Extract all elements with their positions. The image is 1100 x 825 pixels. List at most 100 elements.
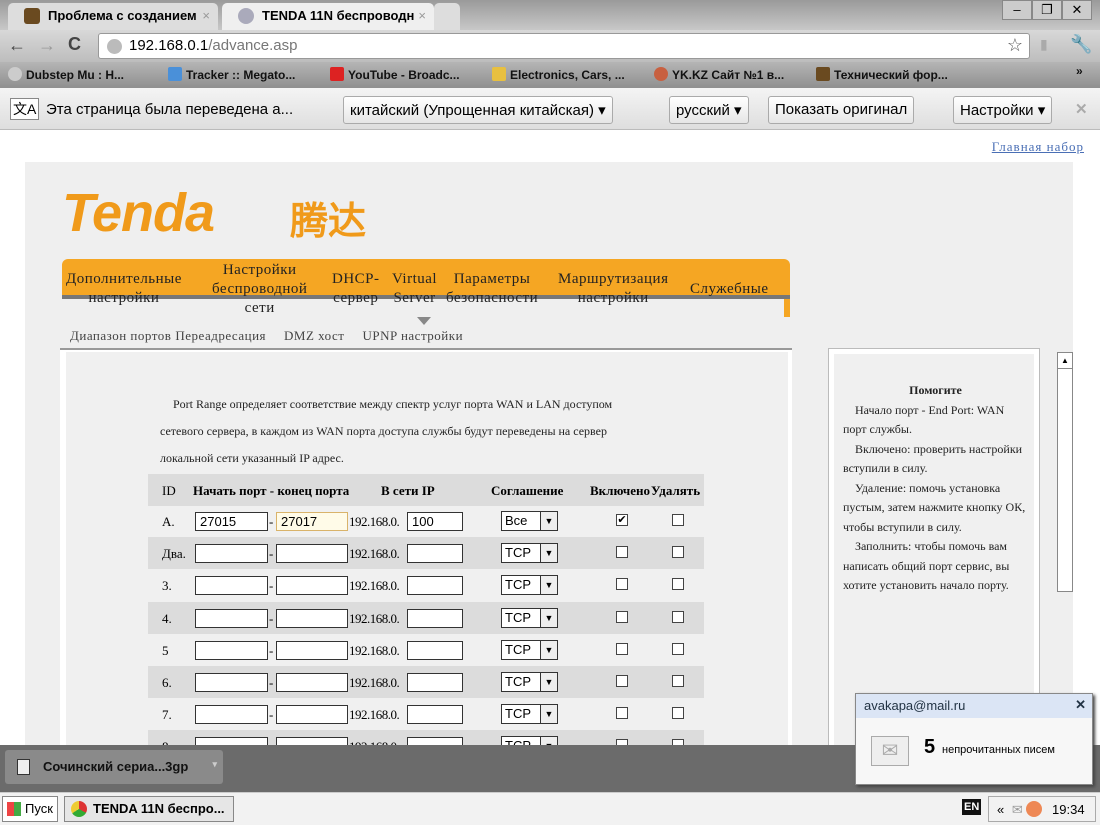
restore-button[interactable]: ❐ — [1032, 0, 1062, 20]
start-button[interactable]: Пуск — [2, 796, 58, 822]
end-port-input[interactable] — [276, 576, 348, 596]
close-tab-icon[interactable]: × — [418, 8, 426, 23]
subnav-dmz[interactable]: DMZ хост — [284, 328, 344, 343]
start-port-input[interactable] — [195, 640, 268, 660]
ip-last-octet-input[interactable] — [407, 544, 463, 564]
scrollbar[interactable]: ▲ — [1057, 352, 1073, 592]
bookmark-label: Tracker :: Megato... — [186, 68, 296, 82]
ip-last-octet-input[interactable] — [407, 673, 463, 692]
tray-expand-button[interactable]: « — [997, 802, 1004, 817]
show-original-button[interactable]: Показать оригинал — [768, 96, 915, 124]
bookmark-item[interactable]: Dubstep Mu : H... — [8, 67, 124, 82]
home-link[interactable]: Главная набор — [992, 139, 1084, 155]
nav-routing[interactable]: Маршрутизация настройки — [558, 270, 668, 308]
tab-forum[interactable]: Проблема с созданием × — [8, 3, 218, 30]
wrench-icon[interactable]: 🔧 — [1070, 34, 1092, 55]
delete-checkbox[interactable] — [672, 675, 684, 687]
protocol-select[interactable]: TCP ▼ — [501, 639, 558, 660]
subnav-forwarding[interactable]: Переадресация — [175, 328, 266, 343]
mail-notification[interactable]: avakapa@mail.ru ✕ ✉ 5 непрочитанных писем — [855, 693, 1093, 785]
end-port-input[interactable] — [276, 705, 348, 725]
taskbar-item-chrome[interactable]: TENDA 11N беспро... — [64, 796, 234, 822]
ip-last-octet-input[interactable]: 100 — [407, 512, 463, 531]
ip-prefix: 192.168.0. — [349, 642, 400, 658]
bookmark-item[interactable]: Tracker :: Megato... — [168, 67, 295, 82]
minimize-button[interactable]: – — [1002, 0, 1032, 20]
address-bar[interactable]: 192.168.0.1/advance.asp ☆ — [98, 33, 1030, 59]
forward-icon[interactable]: → — [38, 35, 56, 56]
start-port-input[interactable] — [195, 576, 268, 596]
close-translate-icon[interactable]: ✕ — [1075, 100, 1088, 118]
agent-tray-icon[interactable] — [1026, 801, 1043, 817]
nav-dhcp-server[interactable]: DHCP-сервер — [332, 270, 380, 308]
start-port-input[interactable] — [195, 673, 268, 692]
back-icon[interactable]: ← — [8, 35, 26, 56]
end-port-input[interactable] — [276, 608, 348, 628]
tab-tenda[interactable]: TENDA 11N беспроводн × — [222, 3, 434, 30]
nav-virtual-server[interactable]: Virtual Server — [392, 270, 437, 308]
mail-tray-icon[interactable]: ✉ — [1012, 802, 1023, 817]
bookmark-item[interactable]: Технический фор... — [816, 67, 948, 82]
close-window-button[interactable]: ✕ — [1062, 0, 1092, 20]
subnav-port-range[interactable]: Диапазон портов — [70, 328, 171, 343]
bookmark-item[interactable]: Electronics, Cars, ... — [492, 67, 625, 82]
delete-checkbox[interactable] — [672, 642, 684, 655]
end-port-input[interactable] — [276, 673, 348, 692]
label: сети — [244, 300, 275, 316]
table-row: Два. - 192.168.0. TCP ▼ — [148, 537, 704, 570]
nav-security[interactable]: Параметры безопасности — [446, 270, 538, 308]
protocol-select[interactable]: TCP ▼ — [501, 543, 558, 564]
start-port-input[interactable] — [195, 705, 268, 725]
end-port-input[interactable]: 27017 — [276, 512, 348, 531]
delete-checkbox[interactable] — [672, 546, 684, 559]
chevron-down-icon[interactable]: ▾ — [212, 759, 217, 770]
scroll-up-icon[interactable]: ▲ — [1058, 353, 1072, 369]
translate-settings-button[interactable]: Настройки ▾ — [953, 96, 1053, 124]
ip-last-octet-input[interactable] — [407, 640, 463, 660]
target-language-select[interactable]: русский ▾ — [669, 96, 749, 124]
start-port-input[interactable] — [195, 544, 268, 564]
bookmark-item[interactable]: YK.KZ Сайт №1 в... — [654, 67, 784, 82]
ip-last-octet-input[interactable] — [407, 608, 463, 628]
protocol-select[interactable]: TCP ▼ — [501, 607, 558, 628]
new-tab-button[interactable] — [434, 3, 460, 30]
close-icon[interactable]: ✕ — [1075, 697, 1086, 713]
bookmark-label: Технический фор... — [834, 68, 948, 82]
protocol-select[interactable]: TCP ▼ — [501, 704, 558, 725]
reload-icon[interactable]: C — [68, 34, 81, 55]
download-item[interactable]: Сочинский сериа...3gp ▾ — [5, 750, 223, 784]
end-port-input[interactable] — [276, 640, 348, 660]
enabled-checkbox[interactable]: ✔ — [616, 514, 628, 526]
protocol-select[interactable]: TCP ▼ — [501, 575, 558, 596]
delete-checkbox[interactable] — [672, 514, 684, 526]
protocol-select[interactable]: Все ▼ — [501, 511, 558, 531]
label: TCP — [505, 706, 531, 722]
start-port-input[interactable] — [195, 608, 268, 628]
enabled-checkbox[interactable] — [616, 642, 628, 655]
nav-wireless-settings[interactable]: Настройки беспроводной сети — [212, 261, 307, 318]
language-indicator[interactable]: EN — [962, 799, 982, 815]
subnav-upnp[interactable]: UPNP настройки — [362, 328, 463, 343]
star-icon[interactable]: ☆ — [1007, 35, 1023, 56]
start-port-input[interactable]: 27015 — [195, 512, 268, 531]
end-port-input[interactable] — [276, 544, 348, 564]
nav-advanced-settings[interactable]: Дополнительные настройки — [66, 270, 182, 308]
signal-icon[interactable]: ▮ — [1040, 36, 1048, 53]
enabled-checkbox[interactable] — [616, 610, 628, 623]
bookmark-item[interactable]: YouTube - Broadc... — [330, 67, 460, 82]
delete-checkbox[interactable] — [672, 707, 684, 720]
delete-checkbox[interactable] — [672, 578, 684, 591]
protocol-select[interactable]: TCP ▼ — [501, 672, 558, 692]
enabled-checkbox[interactable] — [616, 578, 628, 591]
close-tab-icon[interactable]: × — [202, 8, 210, 23]
enabled-checkbox[interactable] — [616, 546, 628, 559]
ip-last-octet-input[interactable] — [407, 576, 463, 596]
source-language-select[interactable]: китайский (Упрощенная китайская) ▾ — [343, 96, 613, 124]
enabled-checkbox[interactable] — [616, 707, 628, 720]
ip-last-octet-input[interactable] — [407, 705, 463, 725]
enabled-checkbox[interactable] — [616, 675, 628, 687]
bookmarks-more-button[interactable]: » — [1076, 64, 1083, 78]
delete-checkbox[interactable] — [672, 610, 684, 623]
help-line: Включено: проверить настройки вступили в… — [843, 441, 1023, 476]
nav-tools[interactable]: Служебные — [690, 280, 769, 299]
